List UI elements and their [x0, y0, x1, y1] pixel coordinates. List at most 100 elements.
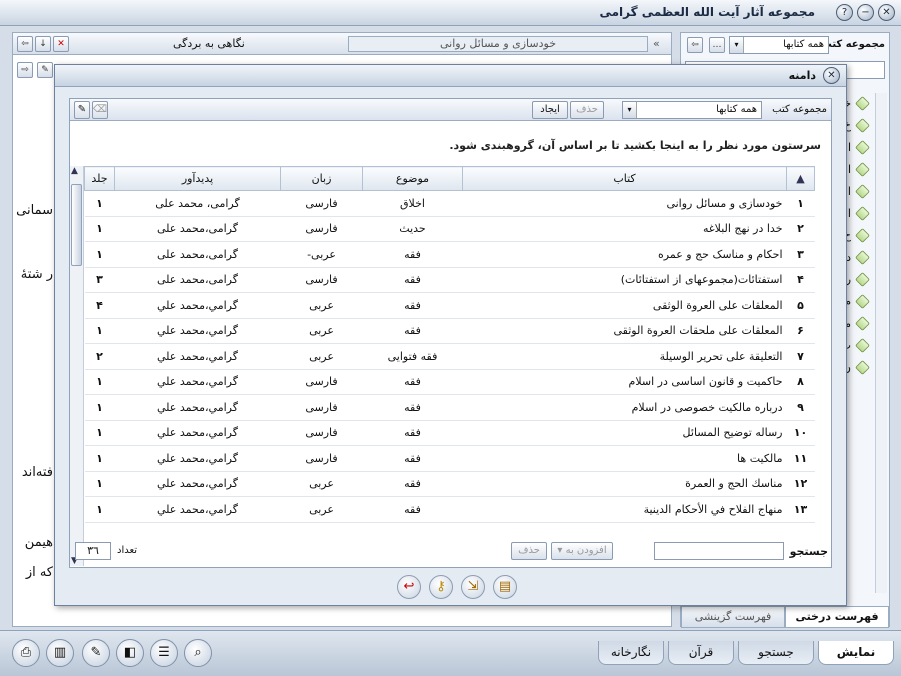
column-header-sort[interactable]: ▲ — [786, 166, 815, 191]
cell-author: گرامی،محمد علی — [114, 267, 281, 293]
remove-button[interactable]: حذف — [511, 542, 547, 560]
undo-icon[interactable]: ↩ — [397, 575, 421, 599]
table-row[interactable]: ٢ خدا در نهج البلاغه حدیث فارسی گرامی،محمد ع… — [84, 216, 815, 242]
column-header-subject[interactable]: موضوع — [362, 166, 463, 191]
key-icon[interactable]: ⚷ — [429, 575, 453, 599]
cell-volume: ١ — [84, 216, 115, 242]
cell-author: گرامي،محمد علي — [114, 369, 281, 395]
grid-toolbar: مجموعه کتب همه کتابها ▾ حذف ایجاد ✎ ⌫ — [70, 99, 831, 121]
collection-select[interactable]: همه کتابها ▾ — [622, 101, 762, 119]
table-row[interactable]: ٧ التعليقة على تحرير الوسيلة فقه فتوایی عرب… — [84, 343, 815, 370]
split-view-icon[interactable]: ☰ — [150, 639, 178, 667]
collections-scrollbar[interactable] — [875, 93, 887, 593]
note-icon[interactable]: ✎ — [82, 639, 110, 667]
minimize-icon[interactable]: − — [857, 4, 874, 21]
add-to-dropdown[interactable]: افزودن به ▾ — [551, 542, 613, 560]
text-fragment: فته‌اند — [21, 465, 53, 480]
table-row[interactable]: ١٠ رساله توضیح المسائل فقه فارسی گرامي،محمد … — [84, 420, 815, 446]
row-number: ۵ — [786, 292, 815, 319]
reader-header: ⇦ ↓ ✕ نگاهی به بردگی خودسازی و مسائل روا… — [13, 33, 671, 55]
cell-author: گرامي،محمد علي — [114, 445, 281, 472]
table-row[interactable]: ٩ درباره مالکیت خصوصی در اسلام فقه فارسی گرا… — [84, 394, 815, 421]
eraser-icon[interactable]: ⌫ — [92, 101, 108, 119]
scrollbar-thumb[interactable] — [71, 184, 82, 266]
cell-subject: فقه — [362, 267, 463, 293]
back-icon[interactable]: ⇦ — [17, 36, 33, 52]
print-icon[interactable]: ⎙ — [12, 639, 40, 667]
more-icon[interactable]: … — [709, 37, 725, 53]
forward-icon[interactable]: ⇨ — [17, 62, 33, 78]
table-row[interactable]: ١٢ مناسك الحج و العمرة فقه عربی گرامي،محمد ع… — [84, 471, 815, 497]
grid-scrollbar[interactable]: ▲ ▼ — [70, 166, 84, 566]
dialog-title-bar: دامنه ✕ — [55, 65, 846, 87]
cell-subject: فقه — [362, 318, 463, 344]
book-icon — [855, 294, 870, 309]
cell-language: فارسی — [280, 267, 363, 293]
zoom-icon[interactable]: ⌕ — [184, 639, 212, 667]
cell-language: عربی — [280, 471, 363, 497]
table-row[interactable]: ۵ المعلقات علی العروة الوثقی فقه عربی گرامي،… — [84, 292, 815, 319]
table-row[interactable]: ١ خودسازی و مسائل روانی اخلاق فارسی گرامی، م… — [84, 190, 815, 217]
column-header-volume[interactable]: جلد — [84, 166, 115, 191]
layout-icon[interactable]: ◧ — [116, 639, 144, 667]
cell-language: عربی — [280, 496, 363, 523]
column-header-language[interactable]: زبان — [280, 166, 363, 191]
close-icon[interactable]: ✕ — [823, 67, 840, 84]
cell-subject: فقه — [362, 369, 463, 395]
column-header-book[interactable]: کتاب — [462, 166, 787, 191]
chevron-left-icon[interactable]: « — [653, 37, 660, 50]
cell-volume: ١ — [84, 241, 115, 268]
cell-volume: ١ — [84, 496, 115, 523]
book-icon — [855, 316, 870, 331]
close-doc-icon[interactable]: ✕ — [53, 36, 69, 52]
scroll-up-icon[interactable]: ▲ — [71, 166, 78, 176]
tab-gallery[interactable]: نگارخانه — [598, 641, 664, 665]
chevron-down-icon: ▾ — [623, 102, 637, 118]
tab-selective-list[interactable]: فهرست گزینشی — [681, 606, 785, 628]
help-icon[interactable]: ? — [836, 4, 853, 21]
row-number: ٢ — [786, 216, 815, 242]
table-row[interactable]: ۴ استفتائات(مجموعهای از استفتائات) فقه فارس… — [84, 267, 815, 293]
table-row[interactable]: ٣ احکام و مناسک حج و عمره فقه عربی- گرامی،مح… — [84, 241, 815, 268]
cell-author: گرامي،محمد علي — [114, 394, 281, 421]
search-input[interactable] — [654, 542, 784, 560]
download-icon[interactable]: ↓ — [35, 36, 51, 52]
books-table: ▲ کتاب موضوع زبان پدیدآور جلد ١ خودسازی و… — [84, 166, 815, 523]
cell-subject: اخلاق — [362, 190, 463, 217]
group-hint: سرستون مورد نظر را به اینجا بکشید تا بر … — [449, 139, 821, 152]
cell-volume: ١ — [84, 445, 115, 472]
document-icon[interactable]: ▤ — [493, 575, 517, 599]
table-row[interactable]: ۶ المعلقات علی ملحقات العروة الوثقی فقه عرب… — [84, 318, 815, 344]
table-row[interactable]: ٨ حاکمیت و قانون اساسی در اسلام فقه فارسی گر… — [84, 369, 815, 395]
export-icon[interactable]: ⇲ — [461, 575, 485, 599]
tab-search[interactable]: جستجو — [738, 641, 814, 665]
cell-subject: فقه — [362, 292, 463, 319]
delete-button[interactable]: حذف — [570, 101, 604, 119]
tools-icon[interactable]: ✎ — [37, 62, 53, 78]
row-number: ١٢ — [786, 471, 815, 497]
tab-quran[interactable]: قرآن — [668, 641, 734, 665]
table-row[interactable]: ١١ مالکیت ها فقه فارسی گرامي،محمد علي ١ — [84, 445, 815, 472]
side-text-column: سمانی ر شتهٔ فته‌اند هیمن که از — [13, 85, 53, 625]
library-icon[interactable]: ▥ — [46, 639, 74, 667]
row-number: ٣ — [786, 241, 815, 268]
collection-select[interactable]: همه کتابها ▾ — [729, 36, 829, 54]
create-button[interactable]: ایجاد — [532, 101, 568, 119]
cell-author: گرامی،محمد علی — [114, 241, 281, 268]
back-icon[interactable]: ⇦ — [687, 37, 703, 53]
cell-book: خدا در نهج البلاغه — [462, 216, 787, 242]
tab-tree-list[interactable]: فهرست درختی — [785, 606, 889, 628]
book-icon — [855, 228, 870, 243]
table-row[interactable]: ١٣ منهاج الفلاح في الأحکام الدينية فقه عربی… — [84, 496, 815, 523]
row-number: ١٠ — [786, 420, 815, 446]
sort-asc-icon[interactable]: ▲ — [796, 172, 804, 185]
tab-display[interactable]: نمایش — [818, 641, 894, 665]
cell-subject: فقه — [362, 394, 463, 421]
tools-icon[interactable]: ✎ — [74, 101, 90, 119]
column-header-author[interactable]: پدیدآور — [114, 166, 281, 191]
center-title[interactable]: خودسازی و مسائل روانی — [348, 36, 648, 52]
dialog-footer: جستجو افزودن به ▾ حذف تعداد ٣٦ — [69, 540, 832, 564]
cell-author: گرامي،محمد علي — [114, 343, 281, 370]
close-icon[interactable]: ✕ — [878, 4, 895, 21]
text-fragment: ر شتهٔ — [20, 267, 53, 282]
